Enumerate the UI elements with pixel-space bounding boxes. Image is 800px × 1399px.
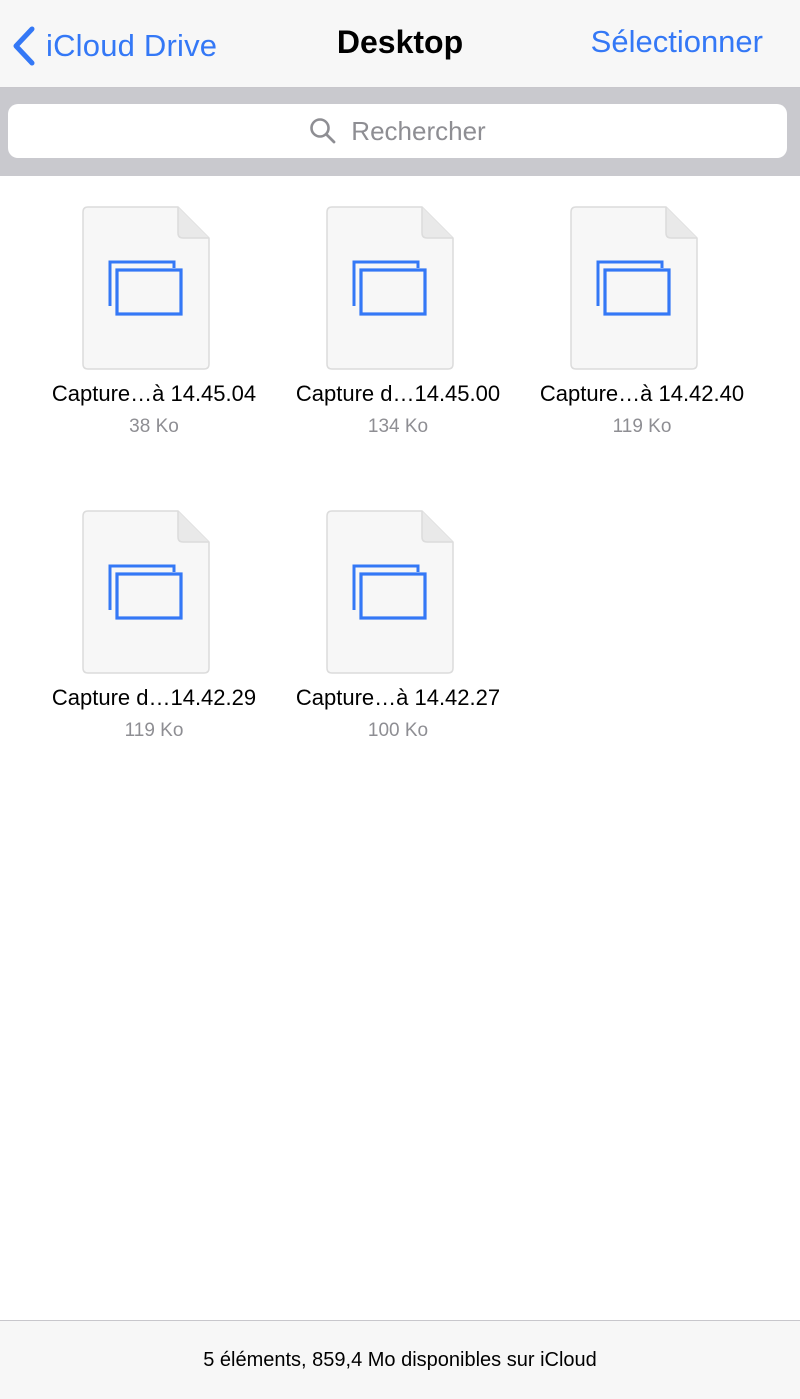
file-item[interactable]: Capture d…14.42.29 119 Ko [32,480,276,750]
file-name: Capture d…14.42.29 [51,685,257,710]
back-button-label: iCloud Drive [46,28,218,63]
file-item[interactable]: Capture…à 14.42.40 119 Ko [520,176,764,446]
screenshot-document-icon [570,206,698,370]
file-item[interactable]: Capture…à 14.45.04 38 Ko [32,176,276,446]
file-name: Capture…à 14.42.40 [539,381,745,406]
back-button[interactable]: iCloud Drive [12,22,217,70]
search-bar-container: Rechercher [0,88,800,176]
file-name: Capture d…14.45.00 [295,381,501,406]
file-item[interactable]: Capture…à 14.42.27 100 Ko [276,480,520,750]
file-item[interactable]: Capture d…14.45.00 134 Ko [276,176,520,446]
magnifier-icon [310,118,336,144]
file-size: 119 Ko [612,416,672,437]
screenshot-document-icon [326,206,454,370]
file-name: Capture…à 14.45.04 [51,381,257,406]
storage-status-text: 5 éléments, 859,4 Mo disponibles sur iCl… [203,1348,597,1371]
file-size: 119 Ko [124,720,184,741]
chevron-left-icon [13,26,35,66]
search-input[interactable]: Rechercher [8,104,787,158]
file-size: 100 Ko [367,720,429,741]
file-size: 38 Ko [129,416,179,437]
storage-status-bar: 5 éléments, 859,4 Mo disponibles sur iCl… [0,1320,800,1399]
file-size: 134 Ko [367,416,429,437]
search-placeholder: Rechercher [351,115,486,146]
screenshot-document-icon [82,510,210,674]
screenshot-document-icon [326,510,454,674]
screenshot-document-icon [82,206,210,370]
navigation-bar: iCloud Drive Desktop Sélectionner [0,0,800,88]
file-name: Capture…à 14.42.27 [295,685,501,710]
select-button[interactable]: Sélectionner [591,24,763,60]
